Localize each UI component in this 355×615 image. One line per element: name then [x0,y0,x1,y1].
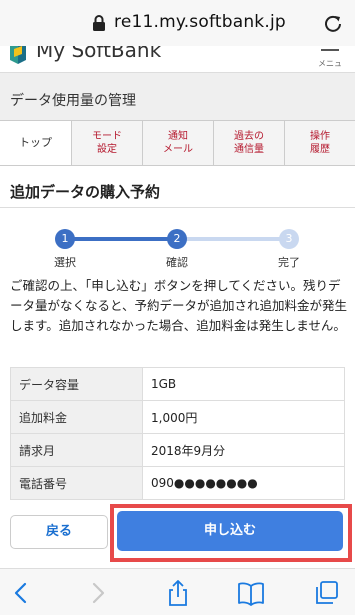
share-icon[interactable] [164,579,192,607]
table-row: 追加料金 1,000円 [10,400,345,434]
table-row: データ容量 1GB [10,367,345,401]
url-text[interactable]: re11.my.softbank.jp [114,12,286,32]
back-icon[interactable] [8,579,36,607]
tab-past-usage[interactable]: 過去の 通信量 [213,121,284,165]
tab-mode-settings[interactable]: モード 設定 [71,121,142,165]
tabs-icon[interactable] [313,579,341,607]
page-title: データ使用量の管理 [10,93,136,109]
apply-button[interactable]: 申し込む [117,511,343,551]
step-3-circle: 3 [279,229,299,249]
page-title-bar: データ使用量の管理 [0,72,355,120]
section-title: 追加データの購入予約 [10,183,161,201]
step-line-pending [177,237,289,241]
site-header: My SoftBank メニュー [0,46,355,72]
tab-bar: トップ モード 設定 通知 メール 過去の 通信量 操作 履歴 [0,120,355,166]
progress-stepper: 1 2 3 選択 確認 完了 [0,208,355,274]
step-1-circle: 1 [55,229,75,249]
detail-key-data-capacity: データ容量 [10,367,143,401]
menu-label: メニュー [318,59,342,72]
detail-key-billing-month: 請求月 [10,433,143,467]
tab-top[interactable]: トップ [0,121,71,165]
step-3-label: 完了 [278,256,300,269]
softbank-logo-icon [10,46,26,64]
forward-icon[interactable] [83,579,111,607]
step-1-label: 選択 [54,256,76,269]
bookmarks-icon[interactable] [237,579,265,607]
table-row: 請求月 2018年9月分 [10,433,345,467]
menu-button[interactable]: メニュー [315,46,345,72]
step-2-label: 確認 [166,256,188,269]
detail-key-phone-number: 電話番号 [10,466,143,500]
menu-icon [321,49,339,51]
purchase-details-table: データ容量 1GB 追加料金 1,000円 請求月 2018年9月分 電話番号 … [10,367,345,500]
table-row: 電話番号 090●●●●●●●● [10,466,345,500]
browser-toolbar [0,568,355,615]
tab-operation-history[interactable]: 操作 履歴 [284,121,355,165]
reload-icon[interactable] [323,13,343,33]
detail-value-billing-month: 2018年9月分 [142,433,345,467]
detail-key-additional-fee: 追加料金 [10,400,143,434]
confirmation-notice: ご確認の上、「申し込む」ボタンを押してください。残りデータ量がなくなると、予約デ… [10,278,348,333]
browser-url-bar[interactable]: re11.my.softbank.jp [0,0,355,46]
tab-notification-mail[interactable]: 通知 メール [142,121,213,165]
lock-icon [93,15,105,31]
site-logo-text[interactable]: My SoftBank [36,46,161,62]
back-button[interactable]: 戻る [10,515,108,549]
detail-value-additional-fee: 1,000円 [142,400,345,434]
section-title-bar: 追加データの購入予約 [0,168,355,208]
step-2-circle: 2 [167,229,187,249]
step-line-done [65,237,177,241]
detail-value-data-capacity: 1GB [142,367,345,401]
detail-value-phone-number: 090●●●●●●●● [142,466,345,500]
